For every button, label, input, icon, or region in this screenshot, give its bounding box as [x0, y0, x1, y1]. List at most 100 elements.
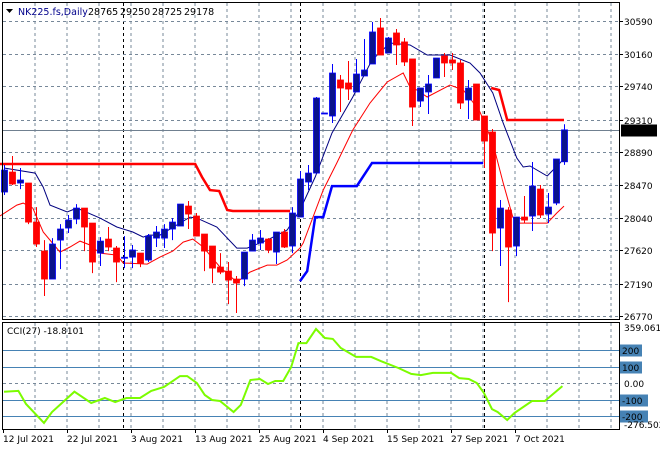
dropdown-triangle-icon[interactable]: [6, 9, 13, 13]
x-tick-label: 7 Oct 2021: [515, 435, 565, 445]
candle-body: [113, 247, 120, 263]
candle-body: [441, 55, 448, 64]
ohlc-low: 28725: [152, 7, 182, 18]
bull-candle: [497, 200, 504, 267]
bear-candle: [521, 196, 528, 224]
candle-body: [209, 245, 216, 269]
x-tick-label: 4 Sep 2021: [323, 435, 374, 445]
candle-body: [537, 188, 544, 216]
x-tick-label: 27 Sep 2021: [451, 435, 508, 445]
cci-level-label: 100: [622, 364, 639, 374]
bull-candle: [153, 226, 160, 248]
bull-candle: [97, 237, 104, 267]
bear-candle: [201, 233, 208, 272]
bear-candle: [105, 227, 112, 252]
bear-candle: [193, 213, 200, 237]
upper-step-line: [490, 86, 564, 122]
bear-candle: [89, 222, 96, 274]
y-tick-label: 26770: [624, 313, 653, 323]
candle-body: [241, 251, 248, 280]
candle-body: [377, 27, 384, 56]
bear-candle: [81, 207, 88, 252]
bull-candle: [273, 231, 280, 265]
cci-panel-border: [2, 322, 620, 430]
candle-body: [105, 238, 112, 248]
candle-body: [17, 179, 24, 184]
candle-body: [553, 158, 560, 204]
bear-candle: [225, 262, 232, 305]
cci-label: CCI(27) -18.8101: [7, 327, 84, 337]
candle-body: [489, 131, 496, 234]
current-price-label: 29178: [623, 127, 652, 137]
bear-candle: [185, 201, 192, 230]
bull-candle: [433, 57, 440, 79]
bear-candle: [137, 252, 144, 268]
candle-body: [25, 182, 32, 223]
x-tick-label: 25 Aug 2021: [259, 435, 317, 445]
candle-body: [457, 62, 464, 104]
candle-body: [305, 172, 312, 183]
bear-candle: [281, 229, 288, 249]
bear-candle: [217, 253, 224, 275]
y-tick-label: 28470: [624, 182, 653, 192]
candle-body: [217, 266, 224, 273]
candle-body: [65, 219, 72, 229]
cci-level-label: -100: [622, 397, 643, 407]
bull-candle: [65, 215, 72, 234]
bull-candle: [73, 204, 80, 225]
bull-candle: [313, 96, 320, 174]
bear-candle: [345, 60, 352, 101]
bull-candle: [289, 207, 296, 254]
cci-line: [3, 327, 564, 425]
candle-body: [281, 231, 288, 248]
candle-body: [161, 228, 168, 239]
bull-candle: [169, 218, 176, 241]
bear-candle: [393, 28, 400, 65]
bear-candle: [537, 185, 544, 219]
bear-candle: [337, 74, 344, 112]
candle-body: [153, 231, 160, 239]
x-tick-label: 3 Aug 2021: [131, 435, 183, 445]
bull-candle: [241, 251, 248, 287]
cci-level-label: 200: [622, 347, 639, 357]
bear-candle: [489, 129, 496, 252]
bull-candle: [249, 234, 256, 252]
candle-body: [193, 215, 200, 237]
bear-candle: [401, 38, 408, 66]
candle-body: [57, 228, 64, 241]
candle-body: [337, 79, 344, 89]
x-tick-label: 13 Aug 2021: [195, 435, 253, 445]
candle-body: [521, 216, 528, 221]
cci-scale-label: -276.5023: [624, 421, 660, 431]
candle-body: [273, 231, 280, 253]
candle-body: [425, 83, 432, 93]
y-tick-label: 30590: [624, 18, 653, 28]
candle-body: [137, 252, 144, 264]
bull-candle: [321, 112, 328, 115]
y-tick-label: 30160: [624, 51, 653, 61]
candle-body: [265, 238, 272, 251]
bull-candle: [529, 162, 536, 232]
bear-candle: [9, 156, 16, 186]
bull-candle: [465, 79, 472, 120]
price-chart[interactable]: 3059030160297402931028890284702804027620…: [0, 0, 660, 450]
bull-candle: [425, 74, 432, 115]
x-tick-label: 12 Jul 2021: [3, 435, 54, 445]
bear-candle: [457, 59, 464, 109]
y-tick-label: 29740: [624, 83, 653, 93]
candle-body: [329, 72, 336, 117]
x-tick-label: 15 Sep 2021: [387, 435, 444, 445]
bull-candle: [145, 234, 152, 263]
bull-candle: [177, 203, 184, 227]
candle-body: [345, 82, 352, 90]
candle-body: [497, 207, 504, 229]
candle-body: [393, 32, 400, 46]
x-tick-label: 22 Jul 2021: [67, 435, 118, 445]
candle-body: [41, 250, 48, 280]
candle-body: [145, 235, 152, 261]
bear-candle: [41, 240, 48, 297]
candle-body: [353, 73, 360, 93]
candle-body: [121, 256, 128, 259]
candle-body: [33, 221, 40, 245]
candle-body: [545, 206, 552, 215]
